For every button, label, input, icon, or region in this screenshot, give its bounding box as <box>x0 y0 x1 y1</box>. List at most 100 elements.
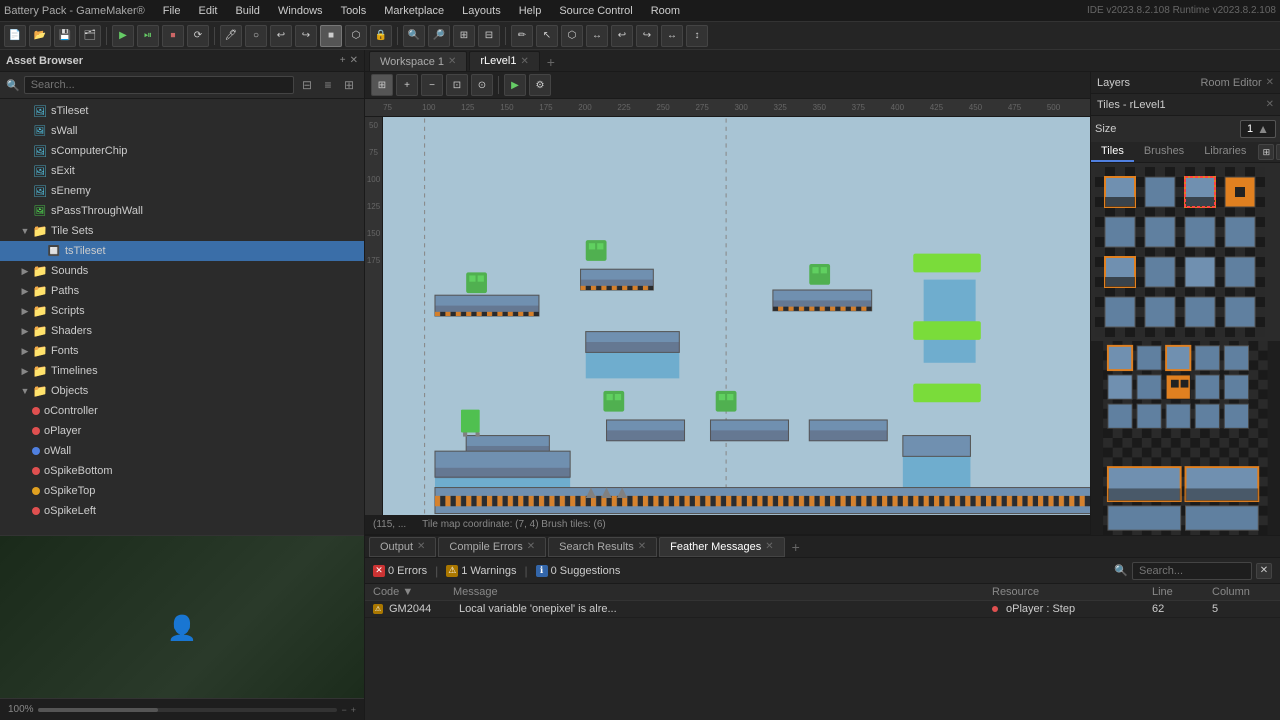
tree-item-sComputerChip[interactable]: 🖼 sComputerChip <box>0 141 364 161</box>
menu-source-control[interactable]: Source Control <box>551 3 640 19</box>
tab-rlevel1[interactable]: rLevel1 ✕ <box>469 51 539 71</box>
tab-search-results[interactable]: Search Results ✕ <box>548 537 657 557</box>
tab-workspace[interactable]: Workspace 1 ✕ <box>369 51 467 71</box>
bottom-tab-add[interactable]: + <box>787 538 805 556</box>
tree-item-sPassThroughWall[interactable]: 🖼 sPassThroughWall <box>0 201 364 221</box>
view-icon[interactable]: ⊞ <box>340 76 358 94</box>
tool3[interactable]: ↩ <box>270 25 292 47</box>
tree-item-sEnemy[interactable]: 🖼 sEnemy <box>0 181 364 201</box>
tool-color[interactable]: ■ <box>320 25 342 47</box>
fill-btn[interactable]: ↔ <box>586 25 608 47</box>
layout-btn[interactable]: ⊟ <box>478 25 500 47</box>
menu-windows[interactable]: Windows <box>270 3 331 19</box>
tab-add[interactable]: + <box>542 53 560 71</box>
right-panel-close[interactable]: ✕ <box>1266 77 1274 89</box>
menu-build[interactable]: Build <box>227 3 267 19</box>
tree-item-oSpikeTop[interactable]: oSpikeTop <box>0 481 364 501</box>
tab-search-results-close[interactable]: ✕ <box>638 541 646 552</box>
clean-btn[interactable]: ⟳ <box>187 25 209 47</box>
search2-btn[interactable]: 🔎 <box>428 25 450 47</box>
folder-arrow-fonts[interactable]: ▶ <box>18 344 32 358</box>
tree-item-sWall[interactable]: 🖼 sWall <box>0 121 364 141</box>
tab-compile-errors-close[interactable]: ✕ <box>527 541 535 552</box>
table-row-0[interactable]: ⚠ GM2044 Local variable 'onepixel' is al… <box>365 601 1280 618</box>
tool5[interactable]: ⬡ <box>345 25 367 47</box>
tab-feather-close[interactable]: ✕ <box>765 541 773 552</box>
feather-close-btn[interactable]: ✕ <box>1256 563 1272 579</box>
tree-item-oSpikeBottom[interactable]: oSpikeBottom <box>0 461 364 481</box>
asset-search-input[interactable] <box>24 76 294 94</box>
tileset-preview-large[interactable] <box>1091 341 1280 535</box>
search-btn[interactable]: 🔍 <box>403 25 425 47</box>
tree-item-Scripts[interactable]: ▶ 📁 Scripts <box>0 301 364 321</box>
zoom-minus[interactable]: − <box>341 705 346 715</box>
menu-file[interactable]: File <box>155 3 189 19</box>
folder-arrow-scripts[interactable]: ▶ <box>18 304 32 318</box>
menu-marketplace[interactable]: Marketplace <box>376 3 452 19</box>
tree-item-sExit[interactable]: 🖼 sExit <box>0 161 364 181</box>
tile-zoom-in[interactable]: + <box>1276 144 1280 160</box>
select-btn[interactable]: ↖ <box>536 25 558 47</box>
menu-tools[interactable]: Tools <box>333 3 375 19</box>
tiles-panel-close[interactable]: ✕ <box>1266 99 1274 110</box>
tree-item-Shaders[interactable]: ▶ 📁 Shaders <box>0 321 364 341</box>
filter-icon[interactable]: ⊟ <box>298 76 316 94</box>
tab-output-close[interactable]: ✕ <box>417 541 425 552</box>
zoom-plus[interactable]: + <box>351 705 356 715</box>
erase-btn[interactable]: ⬡ <box>561 25 583 47</box>
asset-browser-add[interactable]: + <box>340 55 346 66</box>
room-canvas[interactable] <box>383 117 1090 515</box>
run-btn[interactable]: ▶ <box>112 25 134 47</box>
tree-item-Timelines[interactable]: ▶ 📁 Timelines <box>0 361 364 381</box>
tile-grid-view[interactable]: ⊞ <box>1258 144 1274 160</box>
tab-feather-messages[interactable]: Feather Messages ✕ <box>659 537 785 557</box>
tab-output[interactable]: Output ✕ <box>369 537 436 557</box>
tab-workspace-close[interactable]: ✕ <box>448 56 456 67</box>
folder-arrow-tilesets[interactable]: ▼ <box>18 224 32 238</box>
menu-edit[interactable]: Edit <box>191 3 226 19</box>
tab-brushes[interactable]: Brushes <box>1134 142 1194 162</box>
menu-room[interactable]: Room <box>643 3 688 19</box>
tree-item-Sounds[interactable]: ▶ 📁 Sounds <box>0 261 364 281</box>
asset-browser-close[interactable]: ✕ <box>350 55 358 66</box>
canvas-play-btn[interactable]: ▶ <box>504 74 526 96</box>
tree-item-Objects[interactable]: ▼ 📁 Objects <box>0 381 364 401</box>
flip-v-btn[interactable]: ↕ <box>686 25 708 47</box>
feather-search-input[interactable] <box>1132 562 1252 580</box>
tree-item-Fonts[interactable]: ▶ 📁 Fonts <box>0 341 364 361</box>
zoom-in-btn[interactable]: + <box>396 74 418 96</box>
folder-arrow-objects[interactable]: ▼ <box>18 384 32 398</box>
tool4[interactable]: ↪ <box>295 25 317 47</box>
new-btn[interactable]: 📄 <box>4 25 26 47</box>
undo-btn[interactable]: ↩ <box>611 25 633 47</box>
tab-libraries[interactable]: Libraries <box>1194 142 1256 162</box>
save-all-btn[interactable]: 🗂 <box>79 25 101 47</box>
fit-btn[interactable]: ⊡ <box>446 74 468 96</box>
tab-rlevel1-close[interactable]: ✕ <box>520 56 528 67</box>
draw-tools[interactable]: ✏ <box>511 25 533 47</box>
menu-layouts[interactable]: Layouts <box>454 3 509 19</box>
menu-help[interactable]: Help <box>511 3 550 19</box>
folder-arrow-timelines[interactable]: ▶ <box>18 364 32 378</box>
tab-tiles[interactable]: Tiles <box>1091 142 1134 162</box>
tree-item-Paths[interactable]: ▶ 📁 Paths <box>0 281 364 301</box>
tool2[interactable]: ○ <box>245 25 267 47</box>
flip-h-btn[interactable]: ↔ <box>661 25 683 47</box>
redo-btn[interactable]: ↪ <box>636 25 658 47</box>
tab-compile-errors[interactable]: Compile Errors ✕ <box>438 537 546 557</box>
tree-item-oSpikeLeft[interactable]: oSpikeLeft <box>0 501 364 521</box>
debug-btn[interactable]: ⏯ <box>137 25 159 47</box>
grid-btn[interactable]: ⊞ <box>453 25 475 47</box>
tool6[interactable]: 🔒 <box>370 25 392 47</box>
canvas-settings-btn[interactable]: ⚙ <box>529 74 551 96</box>
zoom-out-btn[interactable]: − <box>421 74 443 96</box>
tree-item-TileSets[interactable]: ▼ 📁 Tile Sets <box>0 221 364 241</box>
tileset-number-up[interactable]: ▲ <box>1257 122 1269 136</box>
reset-btn[interactable]: ⊙ <box>471 74 493 96</box>
tree-item-oPlayer[interactable]: oPlayer <box>0 421 364 441</box>
tree-item-sTileset[interactable]: 🖼 sTileset <box>0 101 364 121</box>
folder-arrow-paths[interactable]: ▶ <box>18 284 32 298</box>
folder-arrow-shaders[interactable]: ▶ <box>18 324 32 338</box>
open-btn[interactable]: 📂 <box>29 25 51 47</box>
stop-btn[interactable]: ⏹ <box>162 25 184 47</box>
